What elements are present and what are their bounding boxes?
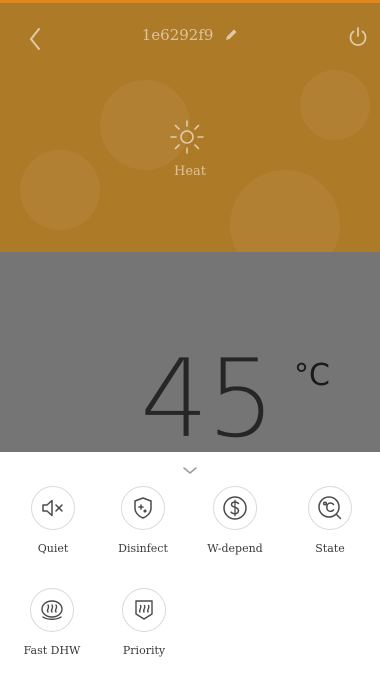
quiet-button[interactable]: Quiet: [13, 486, 93, 566]
edit-name-button[interactable]: [224, 28, 238, 46]
w-depend-icon-circle: [213, 486, 257, 530]
quiet-icon-circle: [31, 486, 75, 530]
device-name: 1e6292f9: [141, 26, 214, 44]
disinfect-icon-circle: [121, 486, 165, 530]
collapse-sheet-button[interactable]: [180, 462, 200, 474]
function-label: Priority: [122, 644, 166, 657]
function-label: State: [315, 542, 345, 555]
sun-icon: [168, 118, 206, 156]
pencil-icon: [226, 29, 237, 40]
speaker-mute-icon: [42, 499, 63, 517]
state-button[interactable]: State: [290, 486, 370, 566]
shield-plus-icon: [134, 497, 152, 519]
background-blob: [300, 70, 370, 140]
fast-dhw-button[interactable]: Fast DHW: [12, 588, 92, 668]
function-sheet: Quiet Disinfect W-depend State Fast DHW …: [0, 452, 380, 684]
function-label: W-depend: [207, 542, 263, 555]
w-depend-button[interactable]: W-depend: [195, 486, 275, 566]
header-panel: 1e6292f9 Heat: [0, 0, 380, 252]
function-label: Quiet: [37, 542, 69, 555]
power-button[interactable]: [346, 25, 370, 49]
temperature-state-icon: [318, 496, 342, 520]
fast-dhw-icon-circle: [30, 588, 74, 632]
function-label: Fast DHW: [23, 644, 81, 657]
priority-heat-icon: [135, 600, 153, 620]
state-icon-circle: [308, 486, 352, 530]
power-icon: [349, 27, 367, 46]
function-label: Disinfect: [118, 542, 168, 555]
fast-heat-icon: [41, 600, 63, 620]
dollar-circle-icon: [223, 496, 247, 520]
background-blob: [20, 150, 100, 230]
mode-label: Heat: [173, 164, 206, 179]
priority-icon-circle: [122, 588, 166, 632]
background-blob: [230, 170, 340, 252]
temperature-panel: 45 °C: [0, 252, 380, 452]
device-title: 1e6292f9: [0, 26, 380, 46]
temperature-unit: °C: [294, 358, 330, 393]
top-accent-line: [0, 0, 380, 3]
disinfect-button[interactable]: Disinfect: [103, 486, 183, 566]
chevron-down-icon: [183, 467, 197, 474]
temperature-value: 45: [140, 337, 276, 452]
priority-button[interactable]: Priority: [104, 588, 184, 668]
